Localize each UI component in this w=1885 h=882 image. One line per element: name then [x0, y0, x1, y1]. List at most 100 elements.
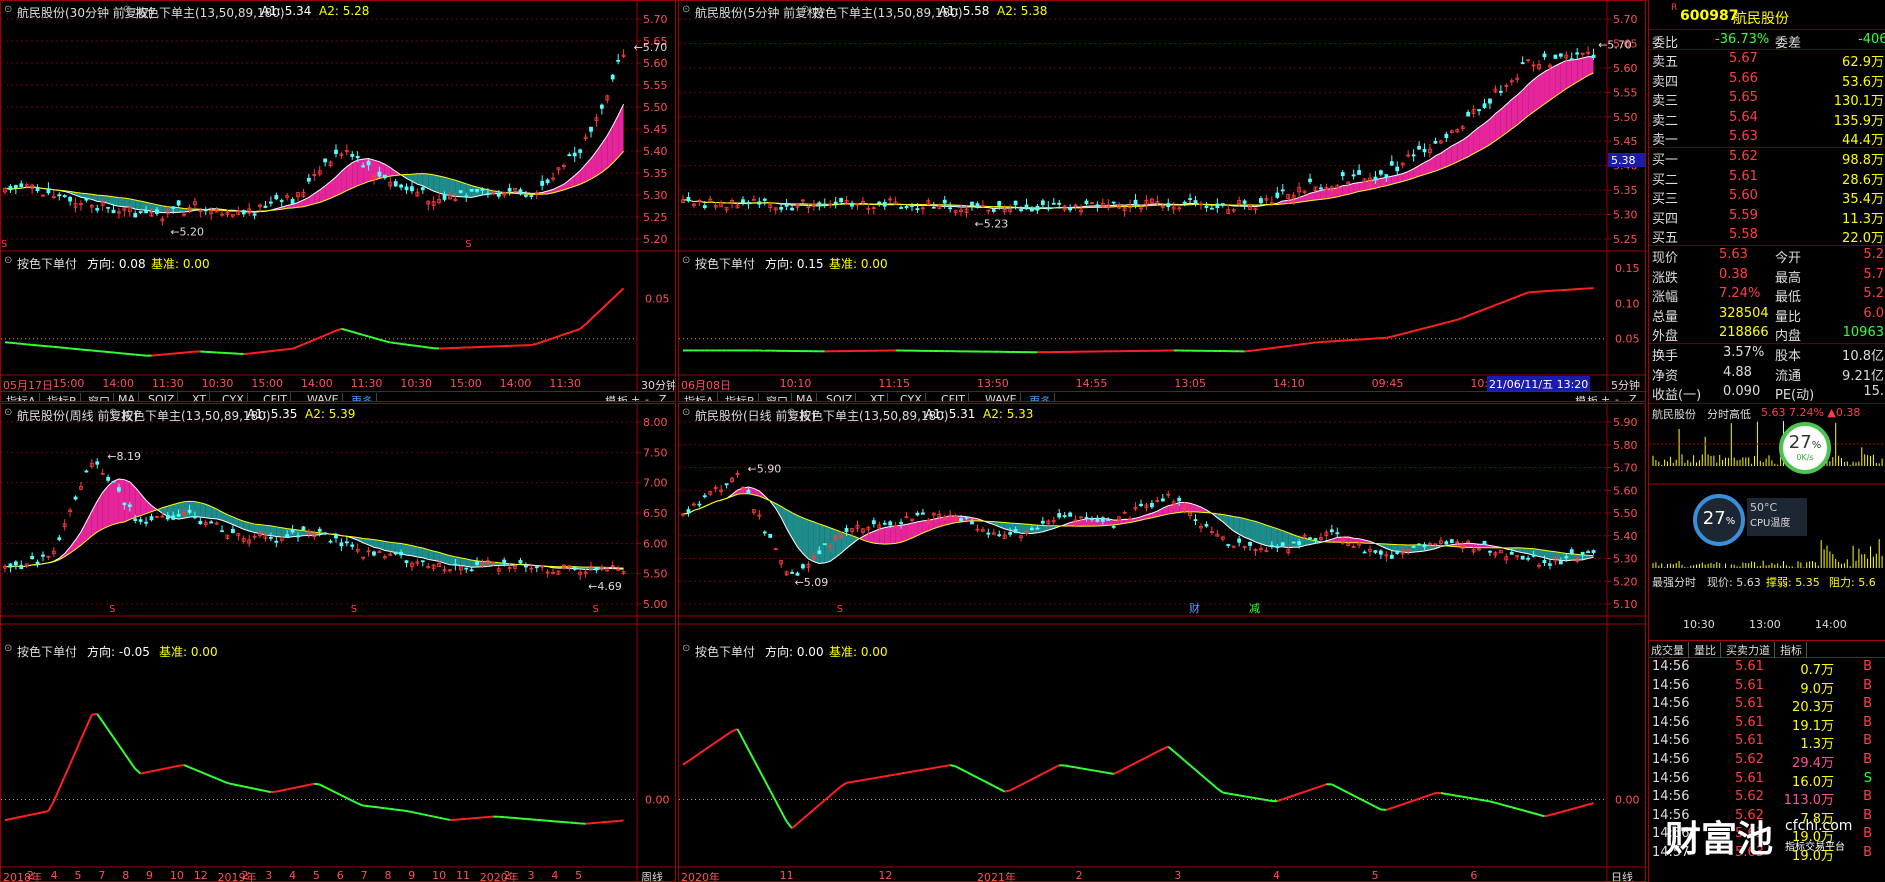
sub-title[interactable]: 按色下单付: [695, 255, 755, 272]
candle: [713, 485, 718, 493]
indicator-toggle-icon[interactable]: ⊙: [682, 4, 690, 15]
toolbar-9[interactable]: 更多: [1026, 393, 1055, 401]
x-axis-label: 11:30: [152, 377, 184, 390]
toolbar-5[interactable]: XT: [189, 393, 211, 401]
candle: [30, 183, 35, 194]
indicator-toggle-icon[interactable]: ⊙: [4, 407, 12, 418]
period-label[interactable]: 日线: [1611, 869, 1633, 881]
candle: [1068, 511, 1073, 517]
sub-toggle-icon[interactable]: ⊙: [4, 643, 12, 654]
toolbar-7[interactable]: CFJT: [938, 393, 969, 401]
chart-panel-3[interactable]: 8.00 7.50 7.00 6.50 6.00 5.50 5.00 ←8.19 ←4.69 S S…: [0, 403, 676, 882]
candle: [8, 184, 13, 194]
sub-toggle-icon[interactable]: ⊙: [682, 643, 690, 654]
candle: [95, 458, 100, 469]
candle: [578, 569, 583, 581]
toolbar-right-1[interactable]: 板: [617, 393, 628, 401]
chart-panel-4[interactable]: 5.90 5.80 5.70 5.60 5.50 5.40 5.30 5.20 5.10 ←5.9…: [678, 403, 1646, 882]
period-label[interactable]: 周线: [641, 869, 663, 881]
toolbar-7[interactable]: CFJT: [260, 393, 291, 401]
trades-tab[interactable]: 量比: [1694, 642, 1721, 658]
toolbar-4[interactable]: SQJZ: [823, 393, 857, 401]
toolbar-right-1[interactable]: 板: [1587, 393, 1598, 401]
toolbar-4[interactable]: SQJZ: [145, 393, 179, 401]
stat-label-2: 内盘: [1775, 329, 1802, 344]
stat-value-2: 5.2: [1863, 247, 1884, 262]
candle: [1155, 496, 1160, 503]
candle: [1226, 543, 1231, 549]
sub-toggle-icon[interactable]: ⊙: [4, 255, 12, 266]
diff-label: 委差: [1775, 36, 1802, 51]
toolbar-2[interactable]: 窗口: [763, 393, 792, 401]
toolbar-right-4[interactable]: Z: [659, 393, 667, 401]
x-axis-label: 2: [503, 869, 511, 882]
candle: [469, 189, 474, 192]
toolbar-3[interactable]: MA: [793, 393, 818, 401]
indicator-toggle-icon[interactable]: ⊙: [4, 4, 12, 15]
candle: [1144, 502, 1149, 512]
toolbar-right-0[interactable]: 模: [605, 393, 616, 401]
x-axis-label: 2018年: [3, 871, 42, 882]
toolbar-right-4[interactable]: Z: [1629, 393, 1637, 401]
stock-name[interactable]: 航民股份: [1733, 8, 1789, 28]
low-label: ←5.20: [170, 225, 204, 238]
stat-label: 现价: [1652, 251, 1679, 266]
candle: [986, 209, 991, 215]
toolbar-5[interactable]: XT: [867, 393, 889, 401]
trade-time: 14:56: [1652, 659, 1690, 674]
toolbar-8[interactable]: WAVE: [304, 393, 343, 401]
sub-toggle-icon[interactable]: ⊙: [682, 255, 690, 266]
chart-title[interactable]: 航民股份(周线 前复权): [17, 407, 138, 424]
trades-tab[interactable]: 买卖力道: [1726, 642, 1775, 658]
trades-tab[interactable]: 指标: [1780, 642, 1807, 658]
candle: [888, 196, 893, 204]
toolbar-right-3[interactable]: -: [645, 393, 649, 401]
toolbar-0[interactable]: 指标A: [681, 393, 718, 401]
toolbar-right-2[interactable]: +: [631, 393, 640, 401]
chart-panel-2[interactable]: 5.705.655.605.555.505.455.405.355.305.25…: [678, 0, 1646, 402]
sub-title[interactable]: 按色下单付: [695, 643, 755, 660]
stock-code[interactable]: 600987: [1680, 8, 1738, 24]
x-axis-label: 10:10: [779, 377, 812, 390]
toolbar-6[interactable]: CYX: [897, 393, 926, 401]
candle: [1373, 549, 1378, 555]
a1-value: A1: 5.35: [247, 407, 298, 421]
toolbar-0[interactable]: 指标A: [3, 393, 40, 401]
toolbar-2[interactable]: 窗口: [85, 393, 114, 401]
toolbar-right-2[interactable]: +: [1601, 393, 1610, 401]
toolbar-6[interactable]: CYX: [219, 393, 248, 401]
toolbar-9[interactable]: 更多: [348, 393, 377, 401]
candle: [393, 178, 398, 187]
chart-panel-1[interactable]: 5.70 5.65 5.60 5.55 5.50 5.45 5.40 5.35 5.30 5.25…: [0, 0, 676, 402]
toolbar-8[interactable]: WAVE: [982, 393, 1021, 401]
indicator-toggle-icon[interactable]: ⊙: [801, 4, 809, 15]
indicator-toggle-icon[interactable]: ⊙: [109, 407, 117, 418]
candle: [241, 535, 246, 545]
toolbar-right-0[interactable]: 模: [1575, 393, 1586, 401]
candle: [1024, 198, 1029, 210]
y-tick-label: 7.50: [643, 446, 668, 459]
high-label: ←5.90: [748, 462, 782, 475]
chart-title[interactable]: 航民股份(30分钟 前复权): [17, 4, 153, 21]
indicator-toggle-icon[interactable]: ⊙: [682, 407, 690, 418]
candle: [719, 484, 724, 496]
sell-signal: S: [837, 604, 843, 615]
trades-tab[interactable]: 成交量: [1651, 642, 1689, 658]
watermark-logo: 财富池: [1665, 819, 1774, 860]
stat-value: 3.57%: [1723, 345, 1765, 360]
toolbar-right-3[interactable]: -: [1615, 393, 1619, 401]
indicator-toggle-icon[interactable]: ⊙: [787, 407, 795, 418]
sub-y-tick: 0.10: [1615, 297, 1640, 310]
candle: [953, 209, 958, 217]
indicator-toggle-icon[interactable]: ⊙: [123, 4, 131, 15]
toolbar-1[interactable]: 指标B: [44, 393, 81, 401]
candle: [334, 532, 338, 543]
toolbar-1[interactable]: 指标B: [722, 393, 759, 401]
sub-title[interactable]: 按色下单付: [17, 643, 77, 660]
sub-title[interactable]: 按色下单付: [17, 255, 77, 272]
temp-label: CPU温度: [1750, 518, 1791, 529]
chart-title[interactable]: 航民股份(日线 前复权): [695, 407, 816, 424]
toolbar-3[interactable]: MA: [115, 393, 140, 401]
candle: [1477, 108, 1481, 116]
candle: [719, 200, 724, 208]
